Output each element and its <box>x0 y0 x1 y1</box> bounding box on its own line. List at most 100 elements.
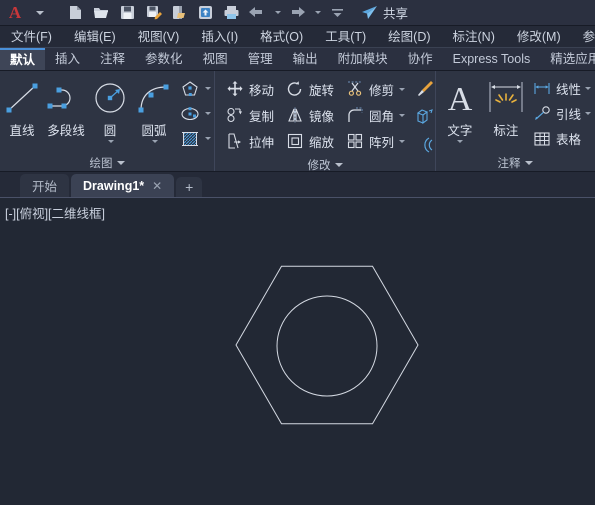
circle-button[interactable]: 圆 <box>88 73 132 143</box>
ribbon-tab-collaborate[interactable]: 协作 <box>398 48 443 70</box>
ribbon-tab-parametric[interactable]: 参数化 <box>135 48 193 70</box>
customize-quick-access-dropdown[interactable] <box>325 2 349 24</box>
document-tab-start[interactable]: 开始 <box>20 174 70 197</box>
document-tab-drawing1[interactable]: Drawing1* ✕ <box>71 174 175 197</box>
document-tab-bar: 开始 Drawing1* ✕ + <box>0 172 595 198</box>
chevron-down-icon <box>36 10 44 15</box>
leader-dropdown[interactable] <box>585 112 591 115</box>
fillet-label: 圆角 <box>369 109 395 124</box>
modify-side-buttons <box>412 73 438 157</box>
linear-dropdown[interactable] <box>585 87 591 90</box>
annotation-panel-title[interactable]: 注释 <box>436 155 594 171</box>
arc-button[interactable]: 圆弧 <box>132 73 176 143</box>
redo-button[interactable] <box>285 2 309 24</box>
polyline-label: 多段线 <box>47 124 85 138</box>
table-label: 表格 <box>555 133 581 147</box>
modify-panel-title[interactable]: 修改 <box>215 157 435 173</box>
plot-button[interactable] <box>219 2 243 24</box>
text-dropdown[interactable] <box>457 140 464 143</box>
ribbon-tab-annotate[interactable]: 注释 <box>90 48 135 70</box>
stretch-button[interactable]: 拉伸 <box>219 128 279 154</box>
offset-button[interactable] <box>414 133 434 157</box>
new-tab-button[interactable]: + <box>176 177 203 197</box>
polyline-button[interactable]: 多段线 <box>44 73 88 139</box>
application-menu-button[interactable]: A <box>4 2 26 24</box>
save-as-button[interactable] <box>141 2 165 24</box>
ellipse-button[interactable] <box>176 101 214 126</box>
chevron-down-icon <box>524 161 533 165</box>
array-button[interactable]: 阵列 <box>339 128 410 154</box>
ribbon-tab-addins[interactable]: 附加模块 <box>328 48 398 70</box>
ribbon-tab-featured-apps[interactable]: 精选应用 <box>540 48 595 70</box>
line-button[interactable]: 直线 <box>0 73 44 139</box>
export-button[interactable] <box>167 2 191 24</box>
open-folder-icon <box>93 8 108 18</box>
dimension-button[interactable]: 标注 <box>484 73 528 139</box>
text-button[interactable]: A 文字 <box>436 73 484 143</box>
menu-item-insert[interactable]: 插入(I) <box>190 26 249 47</box>
arc-icon <box>133 77 175 119</box>
trim-dropdown[interactable] <box>399 87 406 91</box>
menu-item-view[interactable]: 视图(V) <box>127 26 191 47</box>
line-label: 直线 <box>9 124 35 138</box>
cloud-save-button[interactable] <box>193 2 217 24</box>
move-label: 移动 <box>249 83 275 98</box>
ribbon-tab-manage[interactable]: 管理 <box>238 48 283 70</box>
hatch-button[interactable] <box>176 126 214 151</box>
polygon-button[interactable] <box>176 76 214 101</box>
trim-button[interactable]: 修剪 <box>339 76 410 102</box>
linear-label: 线性 <box>555 83 581 97</box>
circle-icon <box>90 77 130 119</box>
draw-panel-title[interactable]: 绘图 <box>0 155 214 171</box>
fillet-button[interactable]: 圆角 <box>339 102 410 128</box>
ellipse-dropdown[interactable] <box>205 112 211 115</box>
circle-dropdown[interactable] <box>107 140 114 143</box>
copy-button[interactable]: 复制 <box>219 102 279 128</box>
ribbon-tab-home[interactable]: 默认 <box>0 48 46 70</box>
ribbon-tab-express-tools[interactable]: Express Tools <box>443 48 541 70</box>
title-bar: A 共享 <box>0 0 595 26</box>
ribbon-tab-view[interactable]: 视图 <box>193 48 238 70</box>
offset-icon <box>424 137 433 153</box>
explode-button[interactable] <box>414 105 434 129</box>
menu-item-file[interactable]: 文件(F) <box>0 26 63 47</box>
hexagon[interactable] <box>235 265 419 425</box>
undo-dropdown[interactable] <box>271 2 283 24</box>
mirror-button[interactable]: 镜像 <box>279 102 339 128</box>
fillet-dropdown[interactable] <box>399 113 406 117</box>
hatch-dropdown[interactable] <box>205 137 211 140</box>
save-button[interactable] <box>115 2 139 24</box>
open-file-button[interactable] <box>89 2 113 24</box>
new-file-button[interactable] <box>63 2 87 24</box>
menu-item-modify[interactable]: 修改(M) <box>506 26 572 47</box>
app-menu-dropdown[interactable] <box>28 2 52 24</box>
rotate-button[interactable]: 旋转 <box>279 76 339 102</box>
undo-button[interactable] <box>245 2 269 24</box>
close-icon[interactable]: ✕ <box>152 179 162 193</box>
leader-button[interactable]: 引线 <box>528 101 594 126</box>
arc-dropdown[interactable] <box>151 140 158 143</box>
polygon-icon <box>179 79 201 99</box>
linear-dimension-button[interactable]: 线性 <box>528 76 594 101</box>
share-button[interactable]: 共享 <box>357 3 412 22</box>
ribbon-tab-output[interactable]: 输出 <box>283 48 328 70</box>
ribbon-tab-insert[interactable]: 插入 <box>45 48 90 70</box>
menu-item-parametric[interactable]: 参 <box>572 26 595 47</box>
table-button[interactable]: 表格 <box>528 126 594 151</box>
array-dropdown[interactable] <box>399 139 406 143</box>
redo-dropdown[interactable] <box>311 2 323 24</box>
drawing-canvas[interactable]: [-][俯视][二维线框] <box>0 198 595 505</box>
menu-item-draw[interactable]: 绘图(D) <box>377 26 441 47</box>
copy-icon <box>224 106 245 124</box>
menu-item-tools[interactable]: 工具(T) <box>314 26 377 47</box>
draw-small-buttons <box>176 73 214 151</box>
rotate-label: 旋转 <box>309 83 335 98</box>
menu-item-format[interactable]: 格式(O) <box>249 26 314 47</box>
polygon-dropdown[interactable] <box>205 87 211 90</box>
menu-item-dimension[interactable]: 标注(N) <box>442 26 506 47</box>
menu-item-edit[interactable]: 编辑(E) <box>63 26 127 47</box>
move-button[interactable]: 移动 <box>219 76 279 102</box>
scale-button[interactable]: 缩放 <box>279 128 339 154</box>
inner-circle[interactable] <box>276 295 378 397</box>
match-properties-button[interactable] <box>414 77 434 101</box>
